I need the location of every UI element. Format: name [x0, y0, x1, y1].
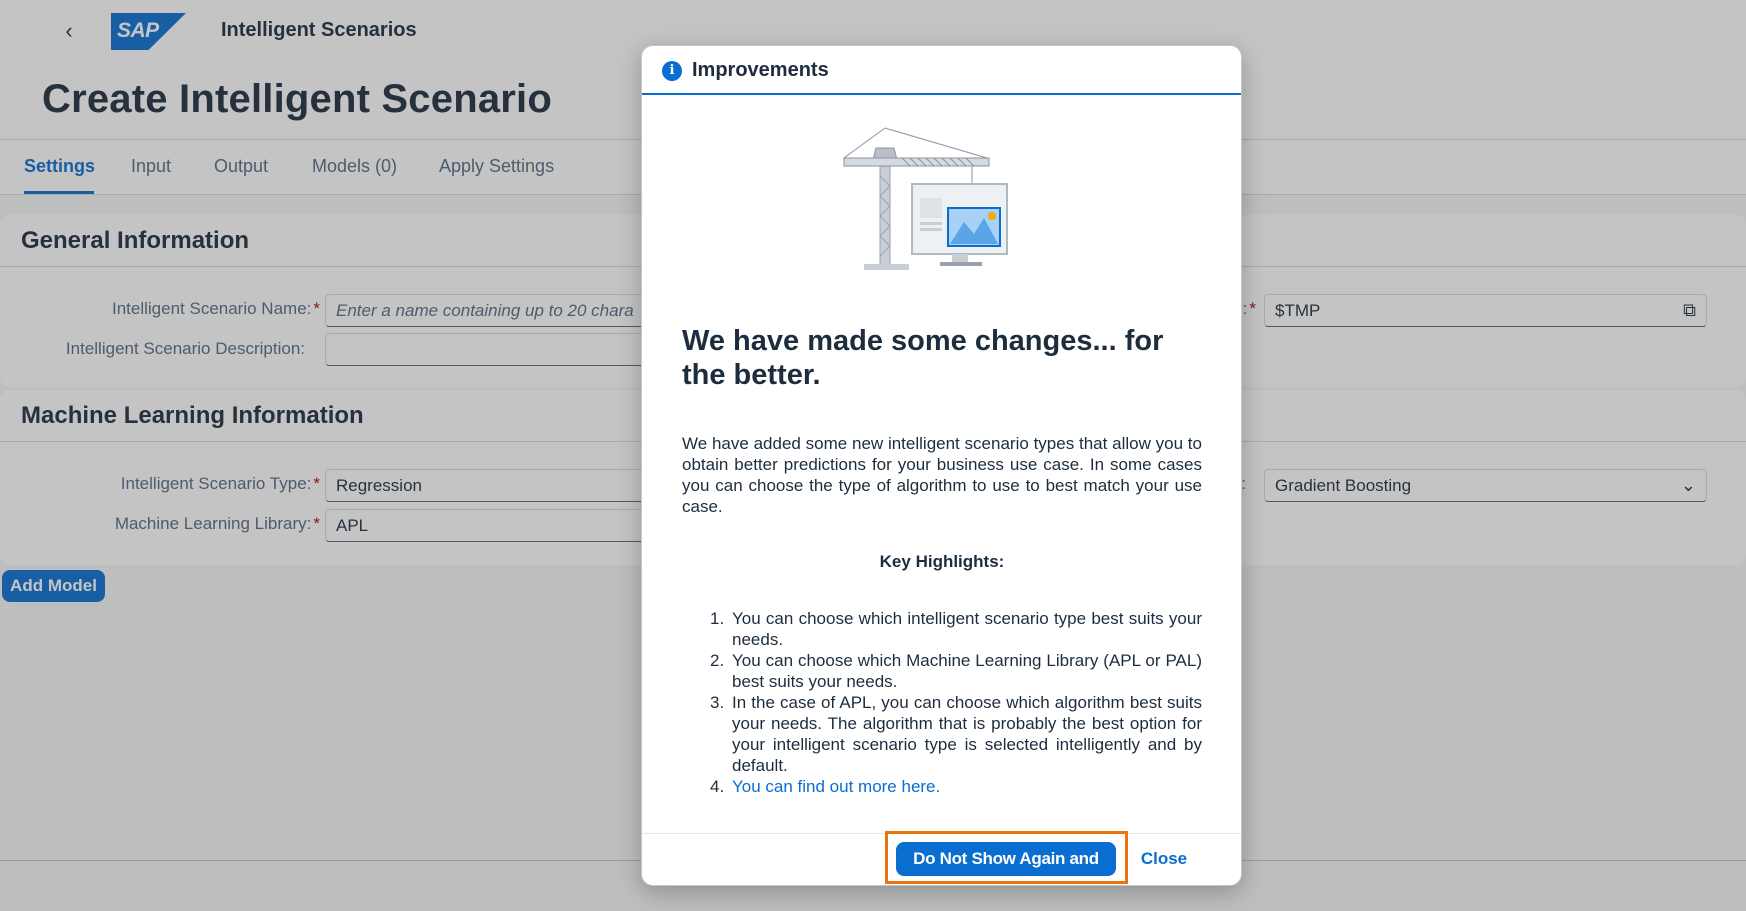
improvements-dialog: i Improvements We have made some changes…: [641, 45, 1242, 886]
list-item: 4. You can find out more here.: [710, 777, 941, 796]
list-item: 1. You can choose which intelligent scen…: [710, 609, 1202, 649]
list-item: 2. You can choose which Machine Learning…: [710, 651, 1202, 691]
dialog-footer: Do Not Show Again and Close Close: [642, 831, 1241, 885]
construction-crane-illustration: [843, 127, 1008, 270]
highlights-list: 1. You can choose which intelligent scen…: [682, 608, 1202, 797]
info-icon: i: [662, 61, 682, 81]
key-highlights-heading: Key Highlights:: [879, 552, 1005, 571]
dialog-heading: We have made some changes... for the bet…: [682, 325, 1164, 391]
close-button[interactable]: Close: [1132, 842, 1196, 876]
list-item: 3. In the case of APL, you can choose wh…: [710, 693, 1202, 775]
dialog-header: i Improvements: [642, 46, 1241, 95]
dialog-intro-text: We have added some new intelligent scena…: [682, 434, 1202, 516]
find-out-more-link[interactable]: You can find out more here.: [732, 777, 940, 796]
dialog-title: Improvements: [692, 59, 829, 81]
do-not-show-again-button[interactable]: Do Not Show Again and Close: [896, 842, 1116, 885]
